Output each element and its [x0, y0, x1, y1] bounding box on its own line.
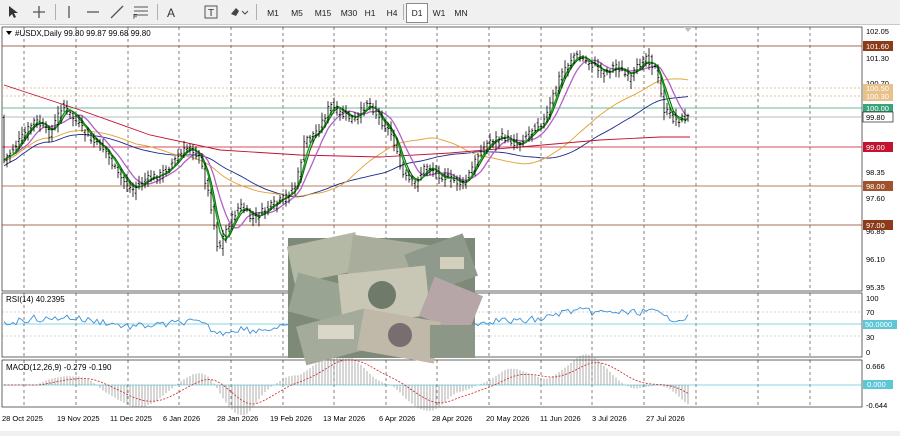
- macd-tick: 0.666: [866, 362, 885, 371]
- time-tick: 6 Jan 2026: [163, 414, 200, 423]
- time-tick: 20 May 2026: [486, 414, 529, 423]
- timeframe-mn[interactable]: MN: [450, 3, 472, 23]
- svg-text:A: A: [167, 6, 175, 19]
- svg-text:F: F: [133, 14, 137, 19]
- fibonacci-icon[interactable]: F: [132, 2, 150, 22]
- timeframe-m15[interactable]: M15: [309, 3, 337, 23]
- timeframe-w1[interactable]: W1: [428, 3, 450, 23]
- level-tag: 100.30: [866, 92, 889, 101]
- text-label-icon[interactable]: T: [202, 2, 220, 22]
- chart-window[interactable]: #USDX,Daily 99.80 99.87 99.68 99.80 102.…: [0, 25, 900, 431]
- time-tick: 13 Mar 2026: [323, 414, 365, 423]
- timeframe-m5[interactable]: M5: [285, 3, 309, 23]
- timeframe-m1[interactable]: M1: [261, 3, 285, 23]
- toolbar-separator: [256, 4, 257, 20]
- time-tick: 3 Jul 2026: [592, 414, 627, 423]
- time-tick: 27 Jul 2026: [646, 414, 685, 423]
- price-tick: 97.60: [866, 194, 885, 203]
- price-tick: 101.30: [866, 54, 889, 63]
- macd-tick: -0.644: [866, 401, 887, 410]
- rsi-tick: 100: [866, 294, 879, 303]
- level-tag: 101.60: [866, 42, 889, 51]
- time-tick: 28 Apr 2026: [432, 414, 472, 423]
- time-tick: 28 Oct 2025: [2, 414, 43, 423]
- chart-canvas[interactable]: #USDX,Daily 99.80 99.87 99.68 99.80 102.…: [0, 25, 900, 431]
- time-tick: 28 Jan 2026: [217, 414, 258, 423]
- rsi-tick: 30: [866, 333, 874, 342]
- level-tag: 99.00: [866, 143, 885, 152]
- svg-text:T: T: [208, 8, 214, 19]
- timeframe-h4[interactable]: H4: [381, 3, 403, 23]
- price-tick: 98.35: [866, 168, 885, 177]
- trendline-icon[interactable]: [108, 2, 126, 22]
- time-tick: 11 Dec 2025: [110, 414, 152, 423]
- cursor-icon[interactable]: [6, 2, 22, 22]
- macd-level-tag: 0.000: [867, 380, 886, 389]
- timeframe-h1[interactable]: H1: [359, 3, 381, 23]
- toolbar-separator: [55, 4, 56, 20]
- time-axis: 28 Oct 2025 19 Nov 2025 11 Dec 2025 6 Jan 2…: [2, 414, 685, 423]
- level-tag: 98.00: [866, 182, 885, 191]
- macd-title: MACD(12,26,9) -0.279 -0.190: [6, 363, 112, 372]
- timeframe-d1[interactable]: D1: [406, 3, 428, 23]
- price-tick: 102.05: [866, 27, 889, 36]
- shapes-icon[interactable]: [228, 2, 250, 22]
- rsi-tick: 0: [866, 348, 870, 357]
- time-tick: 6 Apr 2026: [379, 414, 415, 423]
- vertical-line-icon[interactable]: [62, 2, 76, 22]
- toolbar: F A T M1 M5 M15 M30 H1 H4 D1 W1 MN: [0, 0, 900, 25]
- chart-header: #USDX,Daily 99.80 99.87 99.68 99.80: [6, 29, 151, 38]
- rsi-level-tag: 50.0000: [865, 320, 892, 329]
- toolbar-separator: [157, 4, 158, 20]
- level-tag: 100.00: [866, 104, 889, 113]
- text-icon[interactable]: A: [162, 2, 180, 22]
- price-axis: 102.05 101.30 100.70 98.35 97.60 96.85 9…: [866, 27, 889, 292]
- banknotes-photo: [286, 232, 483, 366]
- price-tick: 95.35: [866, 283, 885, 292]
- time-tick: 19 Feb 2026: [270, 414, 312, 423]
- horizontal-line-icon[interactable]: [84, 2, 102, 22]
- chart-title: #USDX,Daily 99.80 99.87 99.68 99.80: [15, 29, 151, 38]
- rsi-title: RSI(14) 40.2395: [6, 295, 65, 304]
- macd-pane[interactable]: [1, 359, 863, 408]
- current-price-tag: 99.80: [866, 113, 885, 122]
- price-tick: 96.10: [866, 255, 885, 264]
- time-tick: 19 Nov 2025: [57, 414, 100, 423]
- crosshair-icon[interactable]: [30, 2, 48, 22]
- toolbar-separator: [403, 4, 404, 20]
- level-tag: 97.00: [866, 221, 885, 230]
- rsi-tick: 70: [866, 308, 874, 317]
- time-tick: 11 Jun 2026: [540, 414, 581, 423]
